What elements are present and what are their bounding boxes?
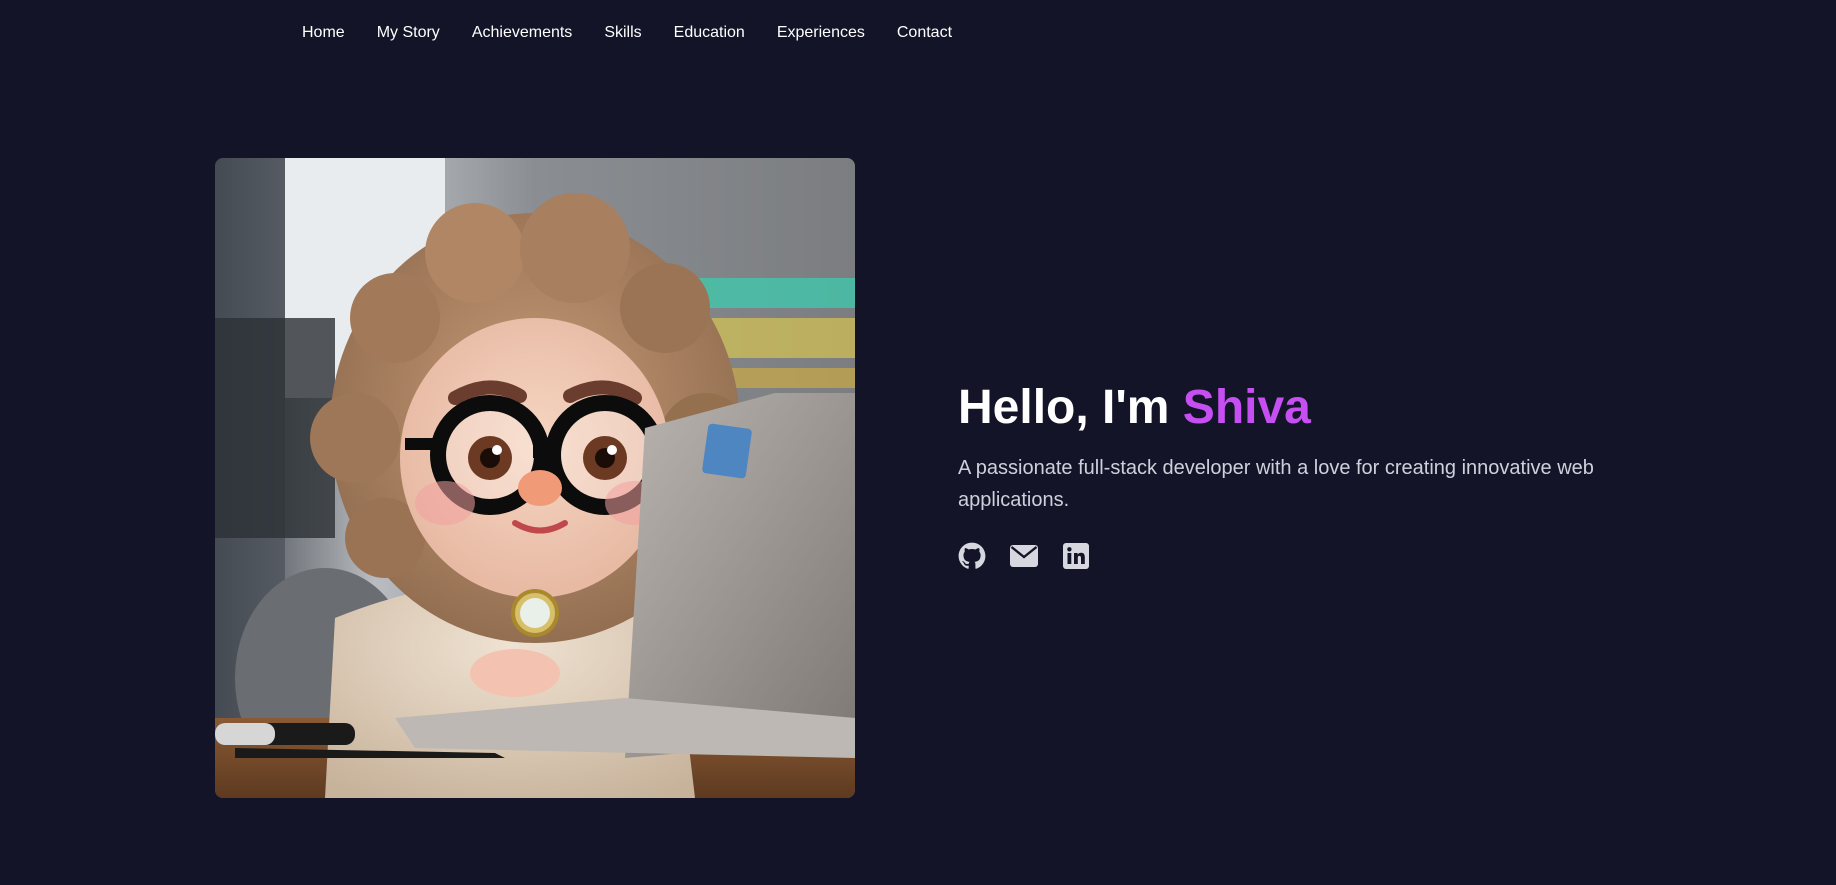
nav-list: Home My Story Achievements Skills Educat… <box>302 24 984 42</box>
email-link[interactable] <box>1010 542 1038 570</box>
nav-link-home[interactable]: Home <box>302 24 345 42</box>
nav-link-skills[interactable]: Skills <box>604 24 641 42</box>
nav-link-education[interactable]: Education <box>674 24 745 42</box>
hero-section: Hello, I'm Shiva A passionate full-stack… <box>958 376 1658 570</box>
linkedin-link[interactable] <box>1062 542 1090 570</box>
github-icon <box>958 542 986 569</box>
hero-title: Hello, I'm Shiva <box>958 376 1658 440</box>
linkedin-icon <box>1063 543 1089 569</box>
hero-subtitle: A passionate full-stack developer with a… <box>958 457 1594 511</box>
email-icon <box>1010 545 1038 567</box>
nav-link-contact[interactable]: Contact <box>897 24 952 42</box>
hero-name: Shiva <box>1182 381 1311 434</box>
hero-greeting: Hello, I'm <box>958 381 1183 434</box>
nav-link-experiences[interactable]: Experiences <box>777 24 865 42</box>
nav-link-my-story[interactable]: My Story <box>377 24 440 42</box>
nav-link-achievements[interactable]: Achievements <box>472 24 573 42</box>
github-link[interactable] <box>958 542 986 570</box>
profile-image <box>215 158 855 798</box>
avatar-illustration-icon <box>215 158 855 798</box>
social-links <box>958 542 1658 570</box>
top-navigation: Home My Story Achievements Skills Educat… <box>0 0 1836 66</box>
